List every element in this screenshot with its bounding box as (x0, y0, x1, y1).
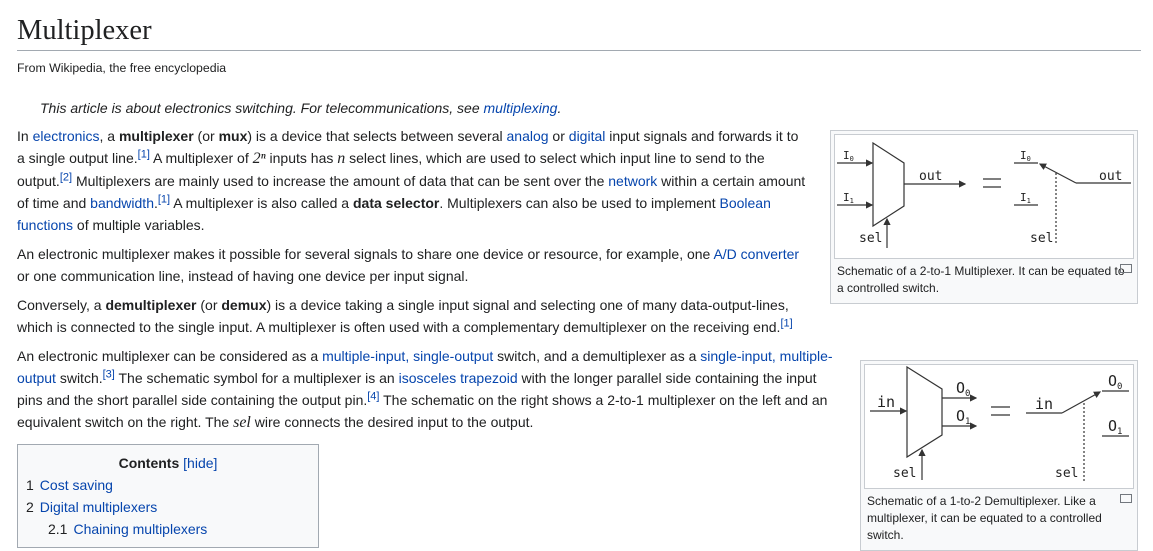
toc-item[interactable]: 1 Cost saving (22, 474, 314, 496)
mux-diagram: I0 I1 out sel I0 I1 out sel (837, 141, 1131, 248)
label-switch-o0: O0 (1108, 372, 1122, 392)
toc-link[interactable]: Digital multiplexers (40, 499, 157, 515)
figure-demux: in O0 O1 sel in O0 O1 sel Schematic of a… (860, 360, 1138, 551)
label-switch-i0: I0 (1020, 149, 1031, 163)
label-sel: sel (893, 466, 916, 481)
bold-term: multiplexer (118, 128, 194, 144)
table-of-contents: Contents [hide] 1 Cost saving 2 Digital mu… (17, 444, 319, 548)
toc-link[interactable]: Cost saving (40, 477, 113, 493)
enlarge-icon[interactable] (1120, 494, 1132, 503)
hatnote-end: . (557, 100, 562, 116)
wiki-link[interactable]: bandwidth (90, 195, 154, 211)
enlarge-icon[interactable] (1120, 264, 1132, 273)
text: switch. (55, 370, 103, 386)
caption-text: Schematic of a 2-to-1 Multiplexer. It ca… (837, 264, 1125, 295)
bold-term: demultiplexer (105, 297, 197, 313)
article-body: I0 I1 out sel I0 I1 out sel Schematic of… (17, 125, 1141, 551)
wiki-link[interactable]: network (608, 173, 657, 189)
toc-hide-toggle[interactable]: [hide] (183, 455, 217, 471)
text: . Multiplexers can also be used to imple… (439, 195, 720, 211)
citation-ref[interactable]: [1] (780, 317, 792, 329)
label-sel: sel (859, 231, 882, 246)
caption-text: Schematic of a 1-to-2 Demultiplexer. Lik… (867, 494, 1102, 542)
label-o1: O1 (956, 407, 970, 427)
bold-term: data selector (352, 195, 440, 211)
label-switch-sel: sel (1055, 466, 1078, 481)
text: , a (99, 128, 119, 144)
text: A multiplexer is also called a (170, 195, 353, 211)
figure-caption: Schematic of a 1-to-2 Demultiplexer. Lik… (864, 489, 1134, 547)
wiki-link[interactable]: A/D converter (713, 246, 799, 262)
citation-ref[interactable]: [3] (103, 368, 115, 380)
bold-term: mux (218, 128, 248, 144)
hatnote-text: This article is about electronics switch… (40, 100, 484, 116)
wiki-link[interactable]: digital (569, 128, 606, 144)
label-switch-o1: O1 (1108, 417, 1122, 437)
wiki-link[interactable]: isosceles trapezoid (399, 370, 518, 386)
text: inputs has (265, 150, 338, 166)
toc-heading: Contents (118, 455, 180, 471)
text: or one communication line, instead of ha… (17, 268, 469, 284)
figure-mux: I0 I1 out sel I0 I1 out sel Schematic of… (830, 130, 1138, 304)
text: or (548, 128, 569, 144)
label-i1: I1 (843, 191, 854, 205)
toc-title: Contents [hide] (22, 452, 314, 474)
demux-schematic-image[interactable]: in O0 O1 sel in O0 O1 sel (864, 364, 1134, 489)
text: An electronic multiplexer makes it possi… (17, 246, 714, 262)
label-switch-sel: sel (1030, 231, 1053, 246)
mux-schematic-image[interactable]: I0 I1 out sel I0 I1 out sel (834, 134, 1134, 259)
text: A multiplexer of (149, 150, 253, 166)
text: Conversely, a (17, 297, 106, 313)
text: of multiple variables. (73, 217, 205, 233)
wiki-link[interactable]: electronics (33, 128, 100, 144)
text: An electronic multiplexer can be conside… (17, 348, 323, 364)
toc-number: 1 (26, 477, 34, 493)
label-switch-in: in (1035, 395, 1053, 413)
text: The schematic symbol for a multiplexer i… (114, 370, 399, 386)
hatnote-link[interactable]: multiplexing (484, 100, 558, 116)
wiki-link[interactable]: analog (507, 128, 549, 144)
hatnote: This article is about electronics switch… (40, 98, 1141, 118)
text: wire connects the desired input to the o… (250, 414, 534, 430)
toc-item[interactable]: 2 Digital multiplexers (22, 496, 314, 518)
citation-ref[interactable]: [1] (138, 148, 150, 160)
label-switch-out: out (1099, 169, 1122, 184)
figure-caption: Schematic of a 2-to-1 Multiplexer. It ca… (834, 259, 1134, 300)
tagline: From Wikipedia, the free encyclopedia (17, 61, 227, 75)
text: (or (196, 297, 222, 313)
math-expression: sel (233, 414, 251, 431)
label-i0: I0 (843, 149, 854, 163)
article: Multiplexer From Wikipedia, the free enc… (0, 0, 1153, 551)
page-title: Multiplexer (17, 0, 1141, 51)
toc-item[interactable]: 2.1 Chaining multiplexers (22, 518, 314, 540)
text: ) is a device that selects between sever… (247, 128, 507, 144)
toc-number: 2.1 (48, 521, 68, 537)
citation-ref[interactable]: [4] (367, 390, 379, 402)
label-o0: O0 (956, 379, 970, 399)
wiki-link[interactable]: multiple-input, single-output (322, 348, 493, 364)
citation-ref[interactable]: [2] (60, 171, 72, 183)
text: In (17, 128, 33, 144)
label-out: out (919, 169, 942, 184)
label-switch-i1: I1 (1020, 191, 1031, 205)
citation-ref[interactable]: [1] (158, 193, 170, 205)
toc-link[interactable]: Chaining multiplexers (73, 521, 207, 537)
math-expression: 2ⁿ (252, 150, 266, 167)
demux-diagram: in O0 O1 sel in O0 O1 sel (870, 365, 1129, 481)
text: switch, and a demultiplexer as a (493, 348, 701, 364)
label-in: in (877, 393, 895, 411)
toc-number: 2 (26, 499, 34, 515)
text: Multiplexers are mainly used to increase… (72, 173, 609, 189)
text: (or (193, 128, 219, 144)
bold-term: demux (221, 297, 267, 313)
